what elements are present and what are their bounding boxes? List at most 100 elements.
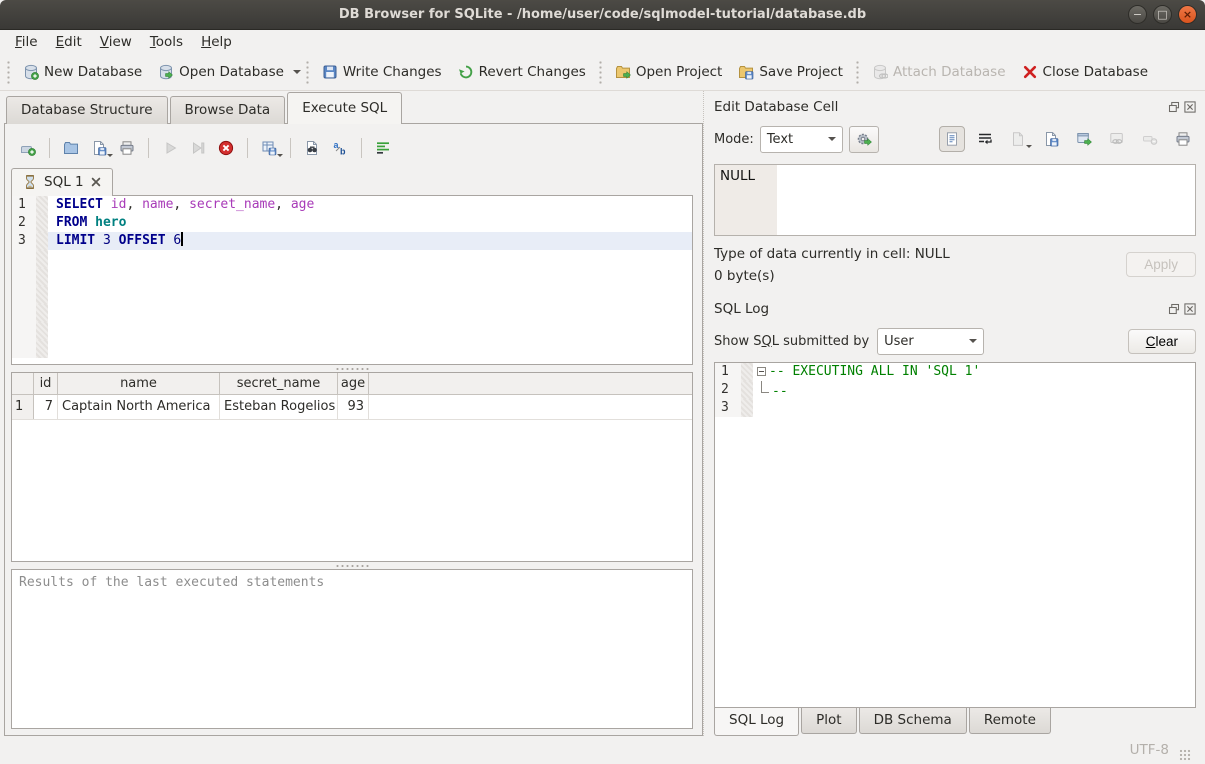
revert-changes-button[interactable]: Revert Changes: [450, 60, 594, 84]
apply-button[interactable]: Apply: [1126, 252, 1196, 277]
table-cell[interactable]: 7: [34, 395, 58, 419]
tab-execute-sql[interactable]: Execute SQL: [287, 92, 402, 124]
menu-tools[interactable]: Tools: [141, 32, 192, 52]
format-sql-icon[interactable]: [370, 135, 396, 161]
stop-icon[interactable]: [213, 135, 239, 161]
proj-open-icon: [615, 64, 631, 80]
close-tab-icon[interactable]: [90, 176, 102, 188]
menu-help[interactable]: Help: [192, 32, 241, 52]
close-red-icon: [1022, 64, 1038, 80]
close-database-button[interactable]: Close Database: [1014, 60, 1156, 84]
submitted-by-select[interactable]: User: [877, 328, 984, 355]
mode-value: Text: [767, 132, 814, 147]
menu-file[interactable]: File: [6, 32, 47, 52]
open-external-icon[interactable]: [1071, 126, 1097, 152]
open-project-button[interactable]: Open Project: [607, 60, 731, 84]
minimize-button[interactable]: −: [1128, 5, 1147, 24]
print-icon[interactable]: [114, 135, 140, 161]
fold-marker-icon[interactable]: [757, 367, 766, 376]
find-icon[interactable]: [299, 135, 325, 161]
column-header-secret_name[interactable]: secret_name: [220, 373, 338, 394]
db-open-icon: [158, 64, 174, 80]
open-database-button[interactable]: Open Database: [150, 60, 292, 84]
menu-edit[interactable]: Edit: [47, 32, 91, 52]
toolbar-handle[interactable]: [598, 60, 603, 84]
tab-database-structure[interactable]: Database Structure: [6, 96, 168, 124]
chevron-down-icon: [969, 339, 977, 347]
bottom-tab-remote[interactable]: Remote: [969, 708, 1051, 734]
code-line: 1 SELECT id, name, secret_name, age: [12, 196, 692, 214]
resize-grip[interactable]: [1179, 749, 1191, 761]
table-cell[interactable]: Esteban Rogelios: [220, 395, 338, 419]
sql-code-editor[interactable]: 1 SELECT id, name, secret_name, age 2 FR…: [11, 195, 693, 365]
attach-database-button[interactable]: Attach Database: [864, 60, 1014, 84]
table-row[interactable]: 17Captain North AmericaEsteban Rogelios9…: [12, 395, 692, 420]
table-header[interactable]: idnamesecret_nameage: [12, 373, 692, 395]
window-controls: −□ ×: [1128, 5, 1197, 24]
execute-current-line-icon[interactable]: [185, 135, 211, 161]
log-line: 1 -- EXECUTING ALL IN 'SQL 1': [715, 363, 1195, 381]
column-header-age[interactable]: age: [338, 373, 369, 394]
bottom-tab-db-schema[interactable]: DB Schema: [859, 708, 967, 734]
print-cell-icon[interactable]: [1170, 126, 1196, 152]
import-from-file-icon[interactable]: [1005, 126, 1031, 152]
execute-sql-pane: ab SQL 1 1 SELECT id, name, secret_name,…: [4, 123, 703, 736]
open-sql-file-icon[interactable]: [58, 135, 84, 161]
mode-select[interactable]: Text: [760, 126, 843, 153]
copy-link-icon[interactable]: [1104, 126, 1130, 152]
table-cell[interactable]: Captain North America: [58, 395, 220, 419]
sql-doc-tab[interactable]: SQL 1: [11, 168, 113, 196]
float-dock-icon[interactable]: [1168, 101, 1180, 113]
maximize-button[interactable]: □: [1153, 5, 1172, 24]
float-dock-icon[interactable]: [1168, 303, 1180, 315]
results-table[interactable]: idnamesecret_nameage17Captain North Amer…: [11, 372, 693, 562]
splitter-handle[interactable]: [11, 562, 693, 569]
line-number: 3: [715, 399, 741, 417]
cell-value-editor[interactable]: NULL: [714, 164, 1196, 236]
save-project-button[interactable]: Save Project: [730, 60, 851, 84]
close-dock-icon[interactable]: [1184, 101, 1196, 113]
autocomplete-icon[interactable]: ab: [327, 135, 353, 161]
bottom-tab-plot[interactable]: Plot: [801, 708, 856, 734]
new-database-button[interactable]: New Database: [15, 60, 150, 84]
main-tab-bar: Database StructureBrowse DataExecute SQL: [4, 93, 703, 123]
execute-all-icon[interactable]: [157, 135, 183, 161]
close-dock-icon[interactable]: [1184, 303, 1196, 315]
new-sql-tab-icon[interactable]: [15, 135, 41, 161]
toolbar-handle[interactable]: [305, 60, 310, 84]
write-changes-button[interactable]: Write Changes: [314, 60, 450, 84]
set-null-icon[interactable]: [1137, 126, 1163, 152]
title-bar[interactable]: DB Browser for SQLite - /home/user/code/…: [0, 0, 1205, 30]
text-cursor: [181, 232, 183, 246]
splitter-handle[interactable]: [11, 365, 693, 372]
line-number: 2: [715, 381, 741, 399]
table-cell[interactable]: 93: [338, 395, 369, 419]
menu-view[interactable]: View: [91, 32, 141, 52]
save-sql-file-icon[interactable]: [86, 135, 112, 161]
cell-value: NULL: [720, 168, 755, 184]
close-button[interactable]: ×: [1178, 5, 1197, 24]
cell-size-label: 0 byte(s): [714, 268, 1126, 284]
revert-icon: [458, 64, 474, 80]
execution-status-box[interactable]: Results of the last executed statements: [11, 569, 693, 729]
column-header-id[interactable]: id: [34, 373, 58, 394]
save-results-icon[interactable]: [256, 135, 282, 161]
tab-browse-data[interactable]: Browse Data: [170, 96, 286, 124]
dropdown-arrow-icon[interactable]: [293, 70, 301, 78]
export-to-file-icon[interactable]: [1038, 126, 1064, 152]
sql-doc-tab-label: SQL 1: [44, 174, 84, 190]
bottom-tab-sql-log[interactable]: SQL Log: [714, 708, 799, 736]
import-settings-button[interactable]: [849, 126, 879, 153]
word-wrap-icon[interactable]: [972, 126, 998, 152]
toolbar-handle[interactable]: [6, 60, 11, 84]
sql-log-view[interactable]: 1 -- EXECUTING ALL IN 'SQL 1' 2 -- 3: [714, 362, 1196, 708]
encoding-indicator[interactable]: UTF-8: [1130, 742, 1169, 758]
text-mode-icon[interactable]: [939, 126, 965, 152]
log-line: 2 --: [715, 381, 1195, 399]
toolbar-handle[interactable]: [855, 60, 860, 84]
column-header-name[interactable]: name: [58, 373, 220, 394]
clear-log-button[interactable]: Clear: [1128, 329, 1196, 354]
submitted-by-value: User: [884, 334, 955, 349]
code-line: 3 LIMIT 3 OFFSET 6: [12, 232, 692, 250]
app-window: DB Browser for SQLite - /home/user/code/…: [0, 0, 1205, 764]
